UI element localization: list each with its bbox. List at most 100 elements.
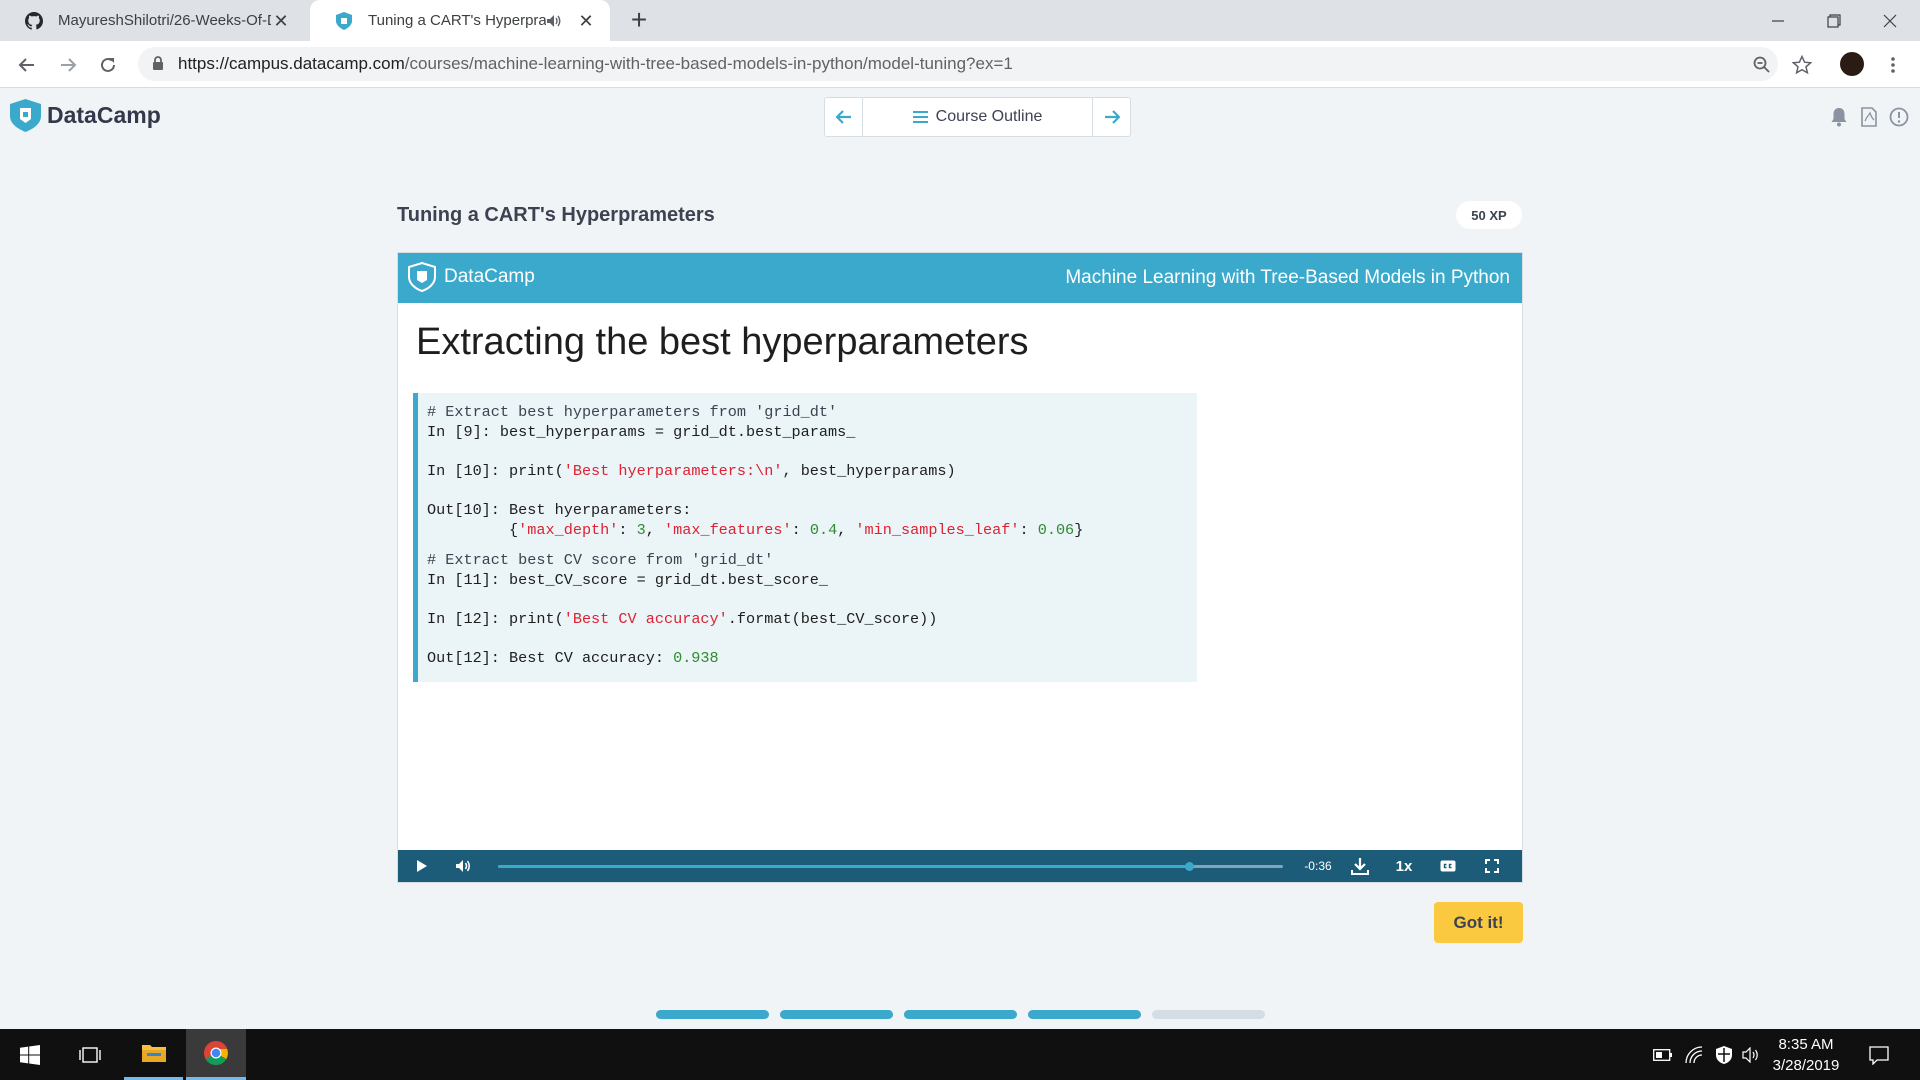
menu-icon — [912, 111, 928, 123]
close-window-icon[interactable] — [1862, 0, 1918, 41]
slide-header: DataCamp Machine Learning with Tree-Base… — [398, 253, 1522, 303]
github-icon — [24, 11, 44, 31]
security-shield-icon[interactable] — [1713, 1044, 1735, 1066]
browser-tab-strip: MayureshShilotri/26-Weeks-Of-D ✕ Tuning … — [0, 0, 1920, 41]
browser-tab-github[interactable]: MayureshShilotri/26-Weeks-Of-D ✕ — [0, 0, 305, 41]
zoom-icon[interactable] — [1748, 51, 1776, 79]
play-button[interactable] — [408, 850, 436, 882]
url-text: https://campus.datacamp.com/courses/mach… — [178, 54, 1013, 74]
exercise-step[interactable] — [1028, 1010, 1141, 1019]
slide-course-name: Machine Learning with Tree-Based Models … — [1065, 267, 1510, 288]
course-outline-button[interactable]: Course Outline — [862, 98, 1093, 136]
xp-badge: 50 XP — [1456, 201, 1522, 229]
video-player[interactable]: DataCamp Machine Learning with Tree-Base… — [397, 252, 1523, 883]
file-explorer-button[interactable] — [124, 1029, 183, 1080]
app-header: DataCamp Course Outline — [0, 89, 1920, 145]
volume-tray-icon[interactable] — [1741, 1044, 1763, 1066]
code-line: Out[10]: Best hyerparameters: — [427, 501, 692, 519]
seek-bar[interactable] — [498, 862, 1283, 871]
back-icon[interactable] — [13, 51, 41, 79]
windows-logo-icon — [19, 1044, 40, 1065]
download-button[interactable] — [1344, 850, 1376, 882]
browser-tab-datacamp[interactable]: Tuning a CART's Hyperprame ✕ — [310, 0, 610, 41]
tab-title: Tuning a CART's Hyperprame — [368, 12, 546, 29]
forward-icon[interactable] — [54, 51, 82, 79]
restore-icon[interactable] — [1806, 0, 1862, 41]
new-tab-icon[interactable]: + — [624, 6, 654, 36]
slide-logo: DataCamp — [408, 262, 535, 292]
url-host: https://campus.datacamp.com — [178, 54, 405, 73]
wifi-icon[interactable] — [1683, 1044, 1705, 1066]
exercise-step[interactable] — [1152, 1010, 1265, 1019]
code-string: 'Best CV accuracy' — [563, 610, 728, 628]
close-icon[interactable]: ✕ — [576, 11, 596, 31]
menu-kebab-icon[interactable] — [1879, 51, 1907, 79]
fullscreen-icon — [1485, 859, 1499, 873]
code-block: # Extract best hyperparameters from 'gri… — [413, 393, 1197, 682]
code-line: In [11]: best_CV_score = grid_dt.best_sc… — [427, 571, 829, 589]
code-line: {'max_depth': 3, 'max_features': 0.4, 'm… — [427, 521, 1084, 539]
exercise-step[interactable] — [780, 1010, 893, 1019]
code-line: # Extract best hyperparameters from 'gri… — [427, 403, 838, 421]
playback-speed-button[interactable]: 1x — [1388, 850, 1420, 882]
datacamp-logo[interactable]: DataCamp — [10, 99, 161, 132]
notification-bell-icon[interactable] — [1828, 106, 1850, 128]
minimize-icon[interactable] — [1750, 0, 1806, 41]
windows-taskbar: 8:35 AM 3/28/2019 — [0, 1029, 1920, 1080]
action-center-icon[interactable] — [1868, 1044, 1890, 1066]
exercise-step[interactable] — [904, 1010, 1017, 1019]
previous-exercise-button[interactable] — [825, 98, 862, 136]
volume-button[interactable] — [450, 850, 478, 882]
pdf-slides-icon[interactable] — [1858, 106, 1880, 128]
datacamp-shield-icon — [10, 99, 41, 132]
code-line: In [10]: print('Best hyerparameters:\n',… — [427, 462, 956, 480]
bookmark-star-icon[interactable] — [1788, 51, 1816, 79]
seek-progress — [498, 865, 1189, 868]
fullscreen-button[interactable] — [1476, 850, 1508, 882]
report-issue-icon[interactable] — [1888, 106, 1910, 128]
close-icon[interactable]: ✕ — [271, 11, 291, 31]
course-outline-label: Course Outline — [935, 108, 1043, 125]
exercise-title: Tuning a CART's Hyperprameters — [397, 204, 715, 226]
tab-title: MayureshShilotri/26-Weeks-Of-D — [58, 12, 271, 29]
got-it-button[interactable]: Got it! — [1434, 902, 1523, 943]
volume-icon — [456, 860, 470, 872]
speaker-icon[interactable] — [546, 11, 566, 31]
chrome-button[interactable] — [186, 1029, 246, 1080]
datacamp-favicon — [334, 11, 354, 31]
arrow-right-icon — [1104, 110, 1120, 124]
player-controls: -0:36 1x — [398, 850, 1522, 882]
code-line: In [12]: print('Best CV accuracy'.format… — [427, 610, 938, 628]
next-exercise-button[interactable] — [1093, 98, 1130, 136]
browser-toolbar: https://campus.datacamp.com/courses/mach… — [0, 41, 1920, 88]
task-view-button[interactable] — [60, 1029, 119, 1080]
download-icon — [1351, 858, 1369, 875]
code-line: In [9]: best_hyperparams = grid_dt.best_… — [427, 423, 856, 441]
arrow-left-icon — [835, 110, 851, 124]
time-remaining: -0:36 — [1304, 859, 1332, 873]
battery-icon[interactable] — [1652, 1044, 1674, 1066]
task-view-icon — [78, 1046, 101, 1063]
system-clock[interactable]: 8:35 AM 3/28/2019 — [1765, 1034, 1847, 1076]
code-line: Out[12]: Best CV accuracy: 0.938 — [427, 649, 719, 667]
url-path: /courses/machine-learning-with-tree-base… — [404, 54, 1013, 73]
address-bar[interactable]: https://campus.datacamp.com/courses/mach… — [138, 47, 1778, 81]
lock-icon — [152, 56, 164, 76]
profile-avatar[interactable] — [1840, 52, 1864, 76]
seek-handle[interactable] — [1184, 862, 1194, 871]
exercise-step[interactable] — [656, 1010, 769, 1019]
folder-icon — [141, 1045, 166, 1062]
slide-title: Extracting the best hyperparameters — [416, 321, 1029, 363]
slide-brand: DataCamp — [444, 266, 535, 287]
reload-icon[interactable] — [94, 51, 122, 79]
chrome-icon — [204, 1041, 228, 1066]
code-line: # Extract best CV score from 'grid_dt' — [427, 551, 774, 569]
play-icon — [417, 860, 427, 872]
clock-date: 3/28/2019 — [1772, 1057, 1840, 1074]
windows-start-button[interactable] — [0, 1029, 59, 1080]
datacamp-shield-icon — [408, 262, 436, 292]
code-string: 'Best hyerparameters:\n' — [563, 462, 783, 480]
brand-name: DataCamp — [47, 102, 161, 128]
captions-button[interactable] — [1432, 850, 1464, 882]
captions-icon — [1440, 860, 1456, 872]
